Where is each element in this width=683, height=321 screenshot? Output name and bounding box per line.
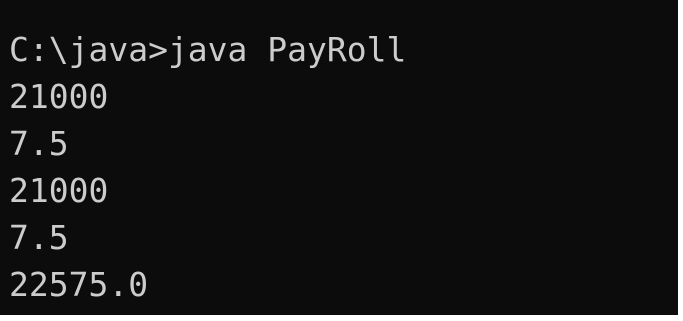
terminal-window[interactable]: C:\java>java PayRoll 21000 7.5 21000 7.5…	[0, 0, 678, 315]
output-line: 22575.0	[9, 265, 149, 304]
command-prompt-line: C:\java>java PayRoll	[9, 30, 407, 69]
output-line: 7.5	[9, 218, 69, 257]
output-line: 21000	[9, 171, 109, 210]
output-line: 21000	[9, 77, 109, 116]
output-line: 7.5	[9, 124, 69, 163]
